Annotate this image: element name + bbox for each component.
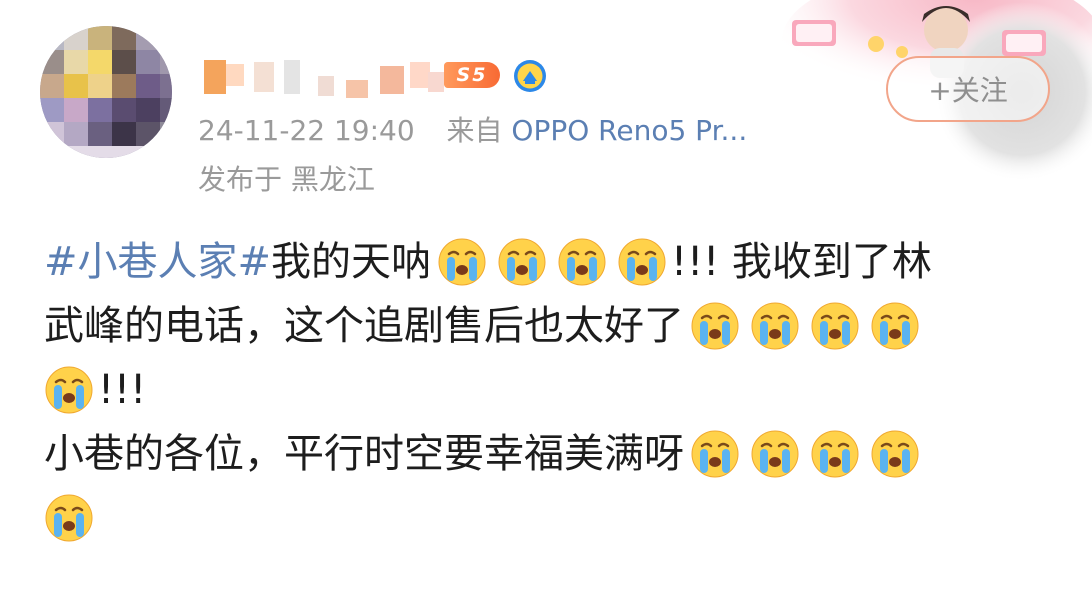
post-line-4: 小巷的各位，平行时空要幸福美满呀 — [44, 422, 1054, 486]
post-meta: 24-11-22 19:40 来自 OPPO Reno5 Pr... — [198, 111, 747, 151]
crying-face-emoji-icon — [44, 365, 94, 415]
post-line-3: !!! — [44, 358, 1054, 422]
crying-face-emoji-icon — [690, 429, 740, 479]
device-link[interactable]: OPPO Reno5 Pr... — [511, 114, 747, 147]
avatar[interactable] — [40, 26, 172, 158]
post-timestamp: 24-11-22 19:40 — [198, 114, 415, 147]
crying-face-emoji-icon — [810, 429, 860, 479]
post-text: 武峰的电话，这个追剧售后也太好了 — [44, 303, 684, 349]
crying-face-emoji-icon — [497, 237, 547, 287]
post-line-2: 武峰的电话，这个追剧售后也太好了 — [44, 294, 1054, 358]
crying-face-emoji-icon — [44, 493, 94, 543]
post-location: 发布于 黑龙江 — [198, 163, 375, 196]
post-line-1: #小巷人家# 我的天呐 !!! 我收到了林 — [44, 230, 1054, 294]
post-text: 小巷的各位，平行时空要幸福美满呀 — [44, 431, 684, 477]
crying-face-emoji-icon — [810, 301, 860, 351]
crying-face-emoji-icon — [437, 237, 487, 287]
post-text: !!! — [98, 367, 147, 413]
crying-face-emoji-icon — [870, 429, 920, 479]
source-prefix: 来自 — [446, 114, 503, 147]
post-content: #小巷人家# 我的天呐 !!! 我收到了林 武峰的电话，这个追剧售后也太好了 !… — [44, 230, 1054, 550]
level-badge: S5 — [444, 62, 500, 88]
verified-badge-icon — [512, 58, 548, 94]
post-text: 我的天呐 — [271, 239, 432, 285]
crying-face-emoji-icon — [750, 301, 800, 351]
post-text: !!! 我收到了林 — [671, 239, 932, 285]
crying-face-emoji-icon — [750, 429, 800, 479]
crying-face-emoji-icon — [690, 301, 740, 351]
post-line-5 — [44, 486, 1054, 550]
follow-button[interactable]: +关注 — [886, 56, 1050, 122]
crying-face-emoji-icon — [617, 237, 667, 287]
crying-face-emoji-icon — [870, 301, 920, 351]
crying-face-emoji-icon — [557, 237, 607, 287]
hashtag-link[interactable]: #小巷人家# — [44, 230, 271, 294]
